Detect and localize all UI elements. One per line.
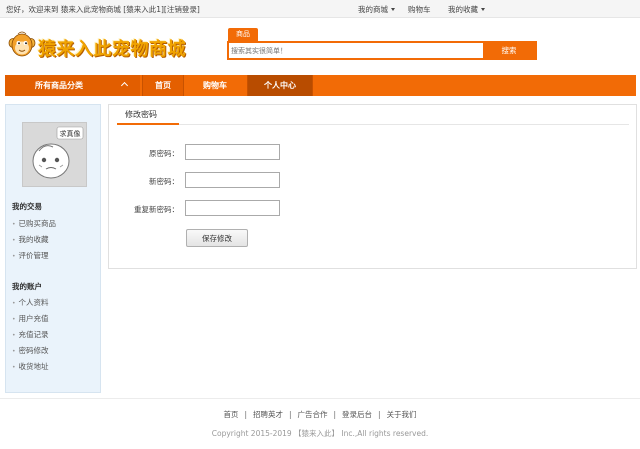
nav-home[interactable]: 首页 [142, 75, 184, 96]
search-tab-products[interactable]: 商品 [228, 28, 258, 41]
top-bar: 您好，欢迎来到 猿来入此宠物商城 [猿来入此1][注销登录] 我的商城 购物车 … [0, 0, 640, 18]
footer-separator: | [333, 410, 337, 419]
save-button[interactable]: 保存修改 [186, 229, 248, 247]
sidebar-item-address[interactable]: 收货地址 [12, 361, 49, 372]
search-bar: 搜索 [227, 41, 537, 60]
footer-separator: | [244, 410, 247, 419]
avatar-placeholder-icon: 求真像 [32, 126, 84, 179]
sidebar-item-recharge-history[interactable]: 充值记录 [12, 329, 49, 340]
old-password-label: 原密码： [149, 149, 179, 158]
all-categories-label: 所有商品分类 [35, 81, 83, 90]
favorites-menu[interactable]: 我的收藏 [448, 4, 485, 15]
sidebar-item-favorites[interactable]: 我的收藏 [12, 234, 49, 245]
sidebar-item-profile[interactable]: 个人资料 [12, 297, 49, 308]
sidebar-item-purchased[interactable]: 已购买商品 [12, 218, 57, 229]
footer-link-home[interactable]: 首页 [223, 410, 238, 419]
footer-link-admin[interactable]: 登录后台 [342, 410, 372, 419]
all-categories-menu[interactable]: 所有商品分类 [5, 75, 140, 96]
username-link[interactable]: [猿来入此1] [123, 5, 164, 14]
avatar-caption: 求真像 [60, 129, 81, 138]
sidebar-item-reviews[interactable]: 评价管理 [12, 250, 49, 261]
section-title-trades: 我的交易 [12, 202, 42, 211]
chevron-down-icon [481, 8, 485, 11]
new-password-label: 新密码： [149, 177, 179, 186]
change-password-panel: 修改密码 原密码： 新密码： 重复新密码： 保存修改 [108, 104, 637, 269]
new-password-field[interactable] [185, 172, 280, 188]
footer-links: 首页 | 招聘英才 | 广告合作 | 登录后台 | 关于我们 [0, 409, 640, 420]
section-title-account: 我的账户 [12, 282, 42, 291]
footer-separator: | [288, 410, 292, 419]
footer-separator: | [378, 410, 381, 419]
footer-link-jobs[interactable]: 招聘英才 [253, 410, 283, 419]
greeting-text: 您好，欢迎来到 猿来入此宠物商城 [6, 5, 121, 14]
confirm-password-label: 重复新密码： [134, 205, 179, 214]
my-mall-menu[interactable]: 我的商城 [358, 4, 395, 15]
copyright-text: Copyright 2015-2019 【猿来入此】 Inc.,All righ… [211, 429, 429, 438]
sidebar-item-recharge[interactable]: 用户充值 [12, 313, 49, 324]
title-divider [117, 123, 629, 125]
monkey-mascot-icon [8, 31, 36, 57]
favorites-label: 我的收藏 [448, 5, 478, 14]
confirm-password-field[interactable] [185, 200, 280, 216]
footer-link-about[interactable]: 关于我们 [387, 410, 417, 419]
footer-divider [0, 398, 640, 399]
chevron-up-icon [120, 81, 129, 90]
my-mall-label: 我的商城 [358, 5, 388, 14]
sidebar: 求真像 我的交易 已购买商品 我的收藏 评价管理 我的账户 个人资料 用户充值 … [5, 104, 101, 393]
footer-link-ads[interactable]: 广告合作 [298, 410, 328, 419]
site-logo[interactable]: 猿来入此宠物商城 [8, 28, 208, 66]
welcome-text: 您好，欢迎来到 猿来入此宠物商城 [猿来入此1][注销登录] [6, 4, 200, 15]
search-button[interactable]: 搜索 [483, 43, 535, 58]
nav-user-center[interactable]: 个人中心 [247, 75, 313, 96]
page-title: 修改密码 [125, 110, 157, 119]
cart-link[interactable]: 购物车 [408, 4, 431, 15]
sidebar-item-password[interactable]: 密码修改 [12, 345, 49, 356]
chevron-down-icon [391, 8, 395, 11]
nav-cart[interactable]: 购物车 [189, 75, 241, 96]
avatar[interactable]: 求真像 [22, 122, 87, 187]
main-nav: 所有商品分类 首页 购物车 个人中心 [5, 75, 636, 96]
search-input[interactable] [229, 43, 483, 58]
logout-link[interactable]: [注销登录] [164, 5, 200, 14]
logo-text: 猿来入此宠物商城 [38, 39, 186, 60]
old-password-field[interactable] [185, 144, 280, 160]
